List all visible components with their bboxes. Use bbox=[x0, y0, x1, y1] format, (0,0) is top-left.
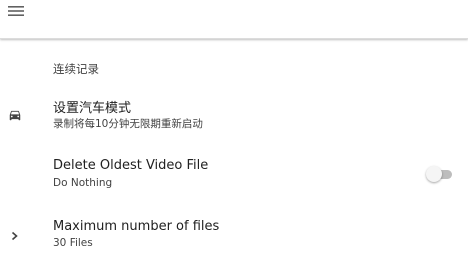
app-toolbar bbox=[0, 0, 468, 39]
settings-screen: 连续记录 设置汽车模式 录制将每10分钟无限期重新启动 Delete Oldes… bbox=[0, 0, 468, 261]
pref-car-mode-title: 设置汽车模式 bbox=[53, 101, 132, 116]
pref-max-files[interactable]: Maximum number of files 30 Files bbox=[0, 213, 468, 259]
pref-car-mode[interactable]: 设置汽车模式 录制将每10分钟无限期重新启动 bbox=[0, 92, 468, 140]
pref-max-files-summary: 30 Files bbox=[53, 237, 93, 249]
pref-car-mode-summary: 录制将每10分钟无限期重新启动 bbox=[53, 118, 203, 130]
pref-delete-oldest-video[interactable]: Delete Oldest Video File Do Nothing bbox=[0, 152, 468, 200]
delete-oldest-toggle[interactable] bbox=[426, 166, 454, 182]
pref-delete-oldest-title: Delete Oldest Video File bbox=[53, 158, 209, 173]
pref-max-files-title: Maximum number of files bbox=[53, 219, 220, 234]
chevron-right-icon bbox=[9, 228, 23, 242]
section-header-continuous-recording: 连续记录 bbox=[53, 62, 99, 76]
car-icon bbox=[8, 107, 22, 121]
hamburger-menu-icon[interactable] bbox=[8, 4, 26, 20]
pref-delete-oldest-summary: Do Nothing bbox=[53, 177, 113, 189]
toggle-thumb bbox=[426, 166, 442, 182]
